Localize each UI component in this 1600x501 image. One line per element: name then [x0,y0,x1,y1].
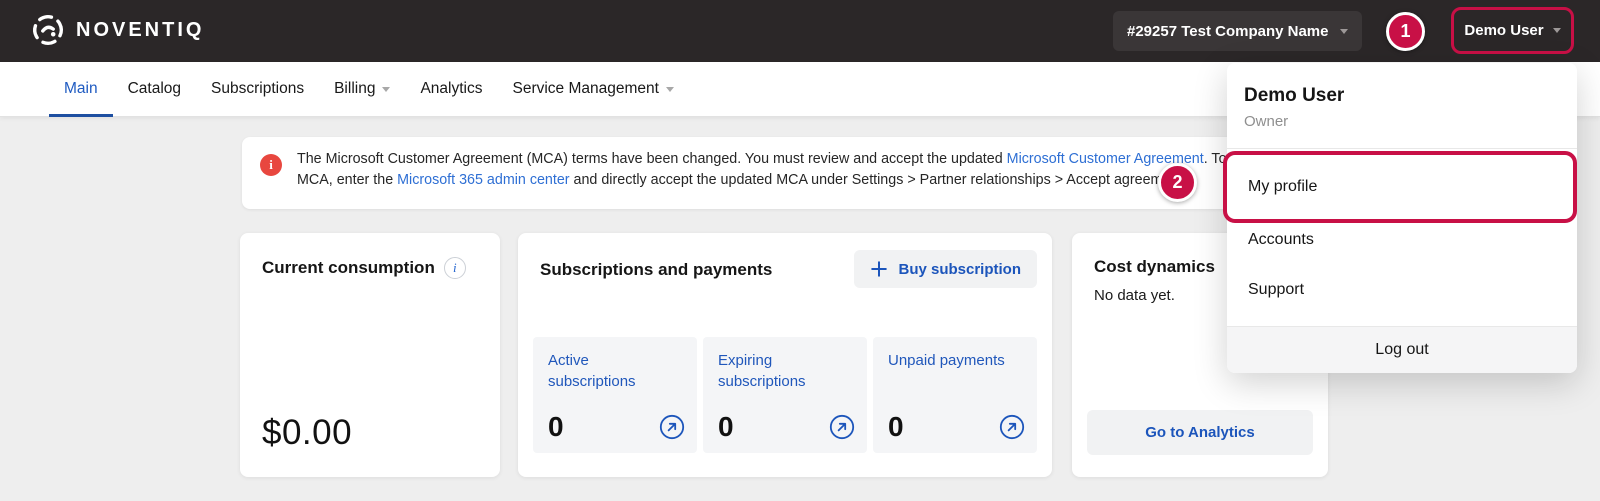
banner-line-2: MCA, enter the Microsoft 365 admin cente… [297,170,1296,191]
subscription-stats: Active subscriptions 0 Expiring subscrip… [533,337,1037,453]
brand-wordmark: NOVENTIQ [76,19,204,42]
step-1-badge: 1 [1386,12,1425,51]
brand-logo[interactable]: NOVENTIQ [30,12,204,48]
user-menu-button[interactable]: Demo User [1451,7,1574,54]
external-arrow-icon[interactable] [999,414,1025,440]
current-consumption-card: Current consumption i $0.00 [240,233,500,477]
logout-label: Log out [1375,341,1428,359]
tile-value: 0 [718,411,734,443]
top-header: NOVENTIQ #29257 Test Company Name Demo U… [0,0,1600,62]
chevron-down-icon [666,87,674,92]
chevron-down-icon [382,87,390,92]
m365-admin-center-link[interactable]: Microsoft 365 admin center [397,172,569,188]
card-title: Subscriptions and payments [540,260,772,280]
go-to-analytics-button[interactable]: Go to Analytics [1087,410,1313,455]
info-icon[interactable]: i [444,257,466,279]
menu-item-my-profile[interactable]: My profile [1227,162,1577,212]
nav-tab-label: Analytics [420,80,482,98]
tile-label: Active subscriptions [548,350,673,392]
nav-tab-label: Billing [334,80,375,98]
go-to-analytics-label: Go to Analytics [1145,424,1254,441]
user-dropdown-menu: Demo User Owner My profile Accounts Supp… [1227,63,1577,373]
tile-value: 0 [888,411,904,443]
step-2-badge: 2 [1158,163,1197,202]
dropdown-divider [1227,148,1577,149]
company-selector-label: #29257 Test Company Name [1127,23,1328,40]
external-arrow-icon[interactable] [829,414,855,440]
menu-item-label: Accounts [1248,231,1314,249]
user-menu-button-label: Demo User [1464,22,1543,39]
external-arrow-icon[interactable] [659,414,685,440]
nav-tab-main[interactable]: Main [64,62,98,116]
plus-icon [870,260,888,278]
banner-text-segment: MCA, enter the [297,172,397,188]
menu-item-support[interactable]: Support [1227,265,1577,315]
step-number: 1 [1400,21,1410,42]
dropdown-user-name: Demo User [1244,85,1344,107]
nav-tab-service-management[interactable]: Service Management [512,62,673,116]
nav-tab-label: Subscriptions [211,80,304,98]
banner-text-segment: and directly accept the updated MCA unde… [570,172,1187,188]
tile-value: 0 [548,411,564,443]
buy-subscription-label: Buy subscription [898,261,1021,278]
alert-icon: i [260,154,282,176]
menu-item-label: Support [1248,281,1304,299]
no-data-text: No data yet. [1094,287,1175,304]
banner-text-segment: The Microsoft Customer Agreement (MCA) t… [297,151,1007,167]
card-title: Current consumption [262,258,435,278]
nav-tab-subscriptions[interactable]: Subscriptions [211,62,304,116]
nav-tab-label: Service Management [512,80,658,98]
tile-label: Unpaid payments [888,350,1013,371]
dropdown-user-role: Owner [1244,113,1288,130]
subscriptions-payments-card: Subscriptions and payments Buy subscript… [518,233,1052,477]
nav-tab-label: Main [64,80,98,98]
buy-subscription-button[interactable]: Buy subscription [854,250,1037,288]
menu-item-accounts[interactable]: Accounts [1227,215,1577,265]
company-selector[interactable]: #29257 Test Company Name [1113,11,1362,51]
mca-notification-text: The Microsoft Customer Agreement (MCA) t… [297,149,1296,190]
tile-label: Expiring subscriptions [718,350,843,392]
unpaid-payments-tile[interactable]: Unpaid payments 0 [873,337,1037,453]
nav-tab-billing[interactable]: Billing [334,62,390,116]
active-subscriptions-tile[interactable]: Active subscriptions 0 [533,337,697,453]
consumption-amount: $0.00 [262,413,352,453]
nav-tab-catalog[interactable]: Catalog [128,62,181,116]
chevron-down-icon [1340,29,1348,34]
noventiq-logo-icon [30,12,66,48]
nav-tab-analytics[interactable]: Analytics [420,62,482,116]
alert-icon-glyph: i [269,157,273,173]
logout-button[interactable]: Log out [1227,326,1577,373]
banner-line-1: The Microsoft Customer Agreement (MCA) t… [297,149,1296,170]
step-number: 2 [1172,172,1182,193]
card-title: Cost dynamics [1094,257,1215,277]
expiring-subscriptions-tile[interactable]: Expiring subscriptions 0 [703,337,867,453]
info-icon-glyph: i [453,260,457,276]
nav-tab-label: Catalog [128,80,181,98]
chevron-down-icon [1553,28,1561,33]
menu-item-label: My profile [1248,178,1317,196]
